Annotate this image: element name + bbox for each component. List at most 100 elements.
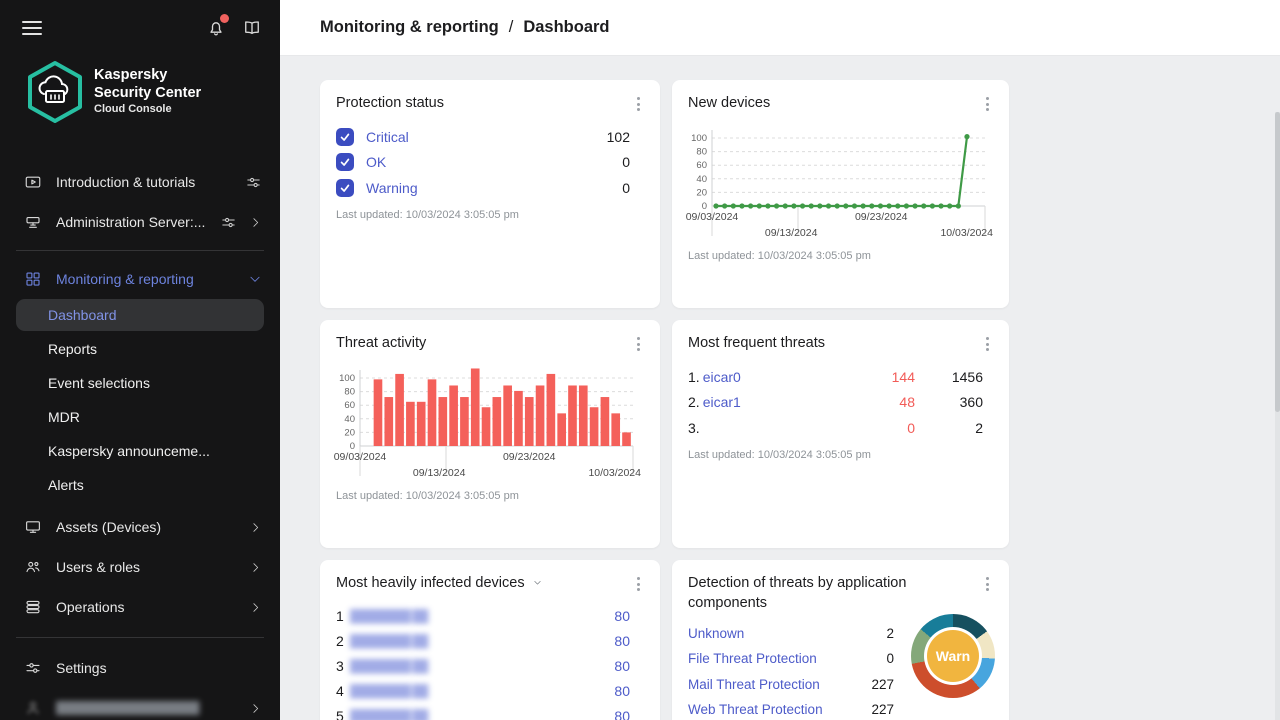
last-updated: Last updated: 10/03/2024 3:05:05 pm	[688, 250, 993, 262]
sidebar-nav: Introduction & tutorials Administration …	[0, 164, 280, 720]
sidebar-item-event-selections[interactable]: Event selections	[16, 367, 264, 399]
threat-total-count: 2	[915, 420, 983, 436]
checkbox-checked[interactable]	[336, 153, 354, 171]
sidebar-item-dashboard[interactable]: Dashboard	[16, 299, 264, 331]
sidebar-item-label: Reports	[48, 341, 97, 357]
device-threat-count[interactable]: 80	[614, 658, 630, 674]
sidebar: Kaspersky Security Center Cloud Console …	[0, 0, 280, 720]
scrollbar-thumb[interactable]	[1275, 112, 1280, 412]
checkbox-checked[interactable]	[336, 128, 354, 146]
device-threat-count[interactable]: 80	[614, 708, 630, 720]
sidebar-item-users-roles[interactable]: Users & roles	[0, 547, 280, 587]
card-most-frequent-threats: Most frequent threats 1. eicar0 144 1456…	[672, 320, 1009, 548]
sidebar-item-operations[interactable]: Operations	[0, 587, 280, 627]
threat-link[interactable]: eicar1	[703, 394, 741, 410]
new-devices-line-chart: 02040608010009/03/202409/23/202409/13/20…	[688, 122, 993, 248]
menu-icon[interactable]	[22, 21, 42, 35]
card-detection-components: Detection of threats by application comp…	[672, 560, 1009, 720]
sidebar-item-label: Operations	[56, 599, 249, 615]
chevron-right-icon	[249, 702, 262, 715]
main-area: Monitoring & reporting / Dashboard Prote…	[280, 0, 1280, 720]
breadcrumb-section[interactable]: Monitoring & reporting	[320, 18, 499, 37]
sidebar-item-label: Introduction & tutorials	[56, 174, 245, 190]
component-link[interactable]: Mail Threat Protection	[688, 677, 820, 692]
sidebar-item-mdr[interactable]: MDR	[16, 401, 264, 433]
sidebar-item-administration-server[interactable]: Administration Server:...	[0, 204, 280, 240]
kebab-menu-icon[interactable]	[633, 94, 644, 114]
card-title: Threat activity	[336, 334, 426, 354]
device-threat-count[interactable]: 80	[614, 608, 630, 624]
pin-settings-icon[interactable]	[220, 214, 237, 231]
scrollbar[interactable]	[1275, 112, 1280, 720]
notification-dot	[220, 14, 229, 23]
pin-settings-icon[interactable]	[245, 174, 262, 191]
page-header: Monitoring & reporting / Dashboard	[280, 0, 1280, 56]
kebab-menu-icon[interactable]	[982, 94, 993, 114]
kebab-menu-icon[interactable]	[982, 574, 993, 594]
logo-subtitle: Cloud Console	[94, 103, 201, 116]
svg-text:09/13/2024: 09/13/2024	[765, 227, 818, 239]
card-protection-status: Protection status Critical 102	[320, 80, 660, 308]
component-link[interactable]: Unknown	[688, 626, 744, 641]
sidebar-item-settings[interactable]: Settings	[0, 648, 280, 688]
notifications-button[interactable]	[206, 18, 226, 38]
last-updated: Last updated: 10/03/2024 3:05:05 pm	[336, 490, 644, 502]
user-icon	[24, 699, 42, 717]
sidebar-item-label: MDR	[48, 409, 80, 425]
threat-active-count: 144	[855, 369, 915, 385]
people-icon	[24, 558, 42, 576]
svg-text:40: 40	[344, 414, 355, 425]
device-name-redacted[interactable]: ████████ ██	[350, 684, 427, 698]
device-name-redacted[interactable]: ████████ ██	[350, 609, 427, 623]
status-value: 0	[622, 154, 630, 170]
svg-text:09/03/2024: 09/03/2024	[334, 451, 387, 463]
sidebar-item-kaspersky-announcements[interactable]: Kaspersky announceme...	[16, 435, 264, 467]
device-threat-count[interactable]: 80	[614, 683, 630, 699]
svg-text:60: 60	[696, 160, 707, 171]
dashboard-grid-icon	[24, 270, 42, 288]
sidebar-item-assets-devices[interactable]: Assets (Devices)	[0, 507, 280, 547]
kebab-menu-icon[interactable]	[633, 574, 644, 594]
kebab-menu-icon[interactable]	[982, 334, 993, 354]
device-name-redacted[interactable]: ████████ ██	[350, 634, 427, 648]
device-name-redacted[interactable]: ████████ ██	[350, 709, 427, 720]
chevron-right-icon	[249, 561, 262, 574]
svg-text:20: 20	[344, 427, 355, 438]
sidebar-item-alerts[interactable]: Alerts	[16, 469, 264, 501]
device-threat-count[interactable]: 80	[614, 633, 630, 649]
component-link[interactable]: Web Threat Protection	[688, 702, 823, 717]
kebab-menu-icon[interactable]	[633, 334, 644, 354]
donut-ring[interactable]: Warn	[911, 614, 995, 698]
device-name-redacted[interactable]: ████████ ██	[350, 659, 427, 673]
stack-icon	[24, 598, 42, 616]
chevron-down-icon	[248, 272, 262, 286]
status-link[interactable]: OK	[366, 154, 386, 170]
documentation-button[interactable]	[242, 18, 262, 38]
status-link[interactable]: Critical	[366, 129, 409, 145]
logo-title-line2: Security Center	[94, 85, 201, 103]
infected-device-row: 5████████ ██80	[336, 704, 644, 720]
status-value: 0	[622, 180, 630, 196]
sidebar-item-account[interactable]: ███████████████████	[0, 688, 280, 720]
threat-row: 2. eicar1 48 360	[688, 390, 993, 416]
logo-title-line1: Kaspersky	[94, 67, 201, 85]
threat-link[interactable]: eicar0	[703, 369, 741, 385]
title-dropdown-chevron-icon[interactable]	[532, 575, 543, 593]
status-link[interactable]: Warning	[366, 180, 418, 196]
sidebar-item-monitoring-reporting[interactable]: Monitoring & reporting	[0, 261, 280, 297]
sidebar-item-reports[interactable]: Reports	[16, 333, 264, 365]
threat-rank: 1.	[688, 369, 700, 385]
card-title: Most heavily infected devices	[336, 574, 525, 594]
sidebar-item-label: Event selections	[48, 375, 150, 391]
sidebar-item-introduction-tutorials[interactable]: Introduction & tutorials	[0, 164, 280, 200]
sidebar-topbar	[0, 0, 280, 56]
svg-text:09/23/2024: 09/23/2024	[503, 451, 556, 463]
checkbox-checked[interactable]	[336, 179, 354, 197]
component-link[interactable]: File Threat Protection	[688, 651, 817, 666]
sidebar-item-label: Monitoring & reporting	[56, 271, 248, 287]
app-window: Kaspersky Security Center Cloud Console …	[0, 0, 1280, 720]
infected-device-row: 4████████ ██80	[336, 679, 644, 704]
svg-text:09/03/2024: 09/03/2024	[686, 211, 739, 223]
server-icon	[24, 213, 42, 231]
svg-text:20: 20	[696, 187, 707, 198]
